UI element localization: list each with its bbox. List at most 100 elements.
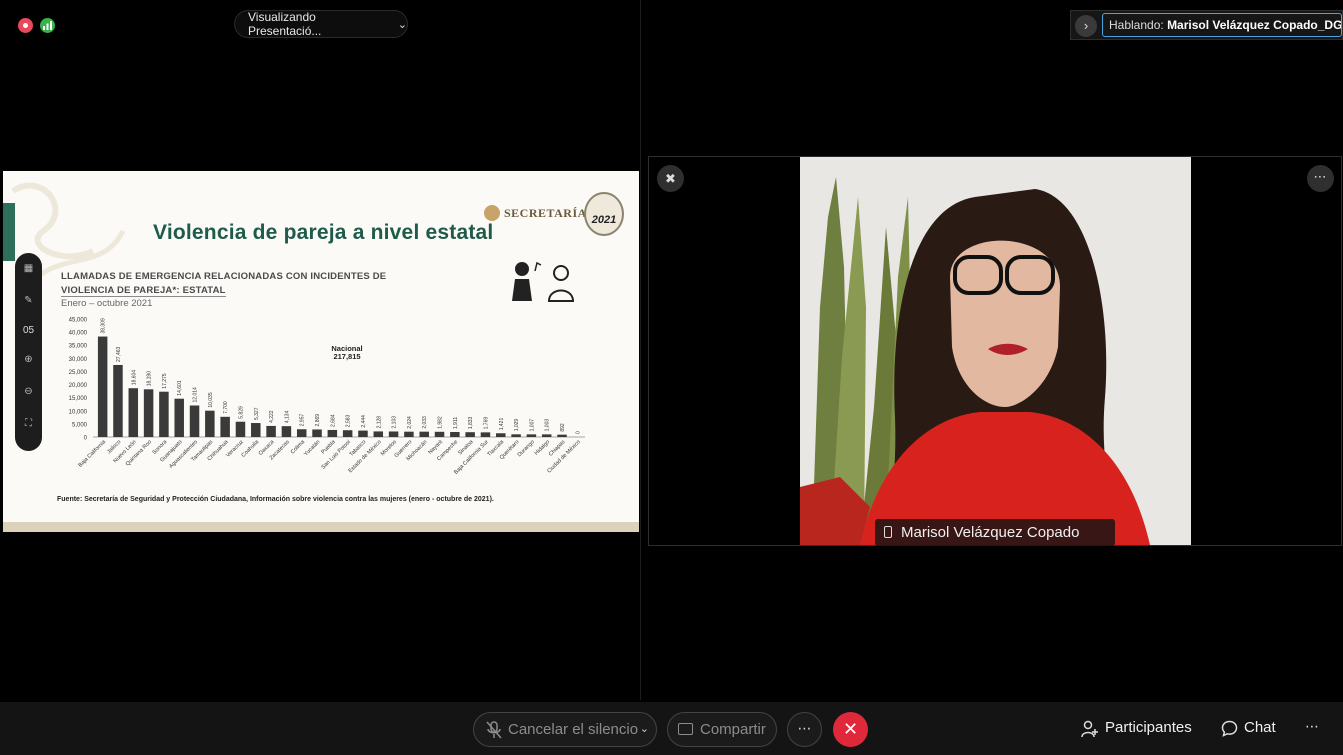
bar-value-label: 2,684: [330, 414, 336, 427]
bar: [450, 431, 460, 437]
meeting-controls: Cancelar el silencio ⌄ Compartir ⋯ ✕ Par…: [0, 702, 1343, 755]
tile-more-icon[interactable]: ⋯: [1307, 165, 1334, 192]
bar-value-label: 1,029: [514, 419, 520, 432]
bar: [541, 434, 552, 437]
zoom-in-icon[interactable]: ⊕: [21, 352, 37, 368]
bar: [128, 388, 139, 437]
share-button[interactable]: Compartir: [667, 712, 777, 747]
speaking-indicator: › Hablando: Marisol Velázquez Copado_DG.…: [1070, 10, 1343, 40]
fullscreen-icon[interactable]: ⛶: [21, 416, 37, 432]
bar: [480, 432, 491, 437]
subtitle-line-1: LLAMADAS DE EMERGENCIA RELACIONADAS CON …: [61, 271, 387, 282]
phone-icon: [884, 526, 892, 538]
y-tick-label: 0: [84, 436, 88, 442]
bar-value-label: 10,035: [208, 392, 214, 408]
chat-icon: [1221, 720, 1238, 737]
bar-value-label: 27,463: [116, 346, 122, 362]
pin-icon[interactable]: ✖: [657, 165, 684, 192]
chevron-down-icon: ⌄: [397, 18, 407, 31]
bar-value-label: 4,134: [284, 410, 290, 423]
participants-label: Participantes: [1105, 719, 1192, 736]
participant-name-tag: Marisol Velázquez Copado: [875, 519, 1115, 546]
people-illustration-icon: [512, 261, 575, 302]
bar: [388, 431, 399, 437]
bar: [511, 434, 521, 437]
chart-subtitle: LLAMADAS DE EMERGENCIA RELACIONADAS CON …: [61, 270, 386, 298]
share-screen-icon: [678, 723, 693, 735]
y-tick-label: 40,000: [69, 331, 88, 337]
bar: [205, 410, 215, 437]
bar-value-label: 0: [575, 431, 581, 434]
view-mode-label: Visualizando Presentació...: [248, 10, 322, 38]
emblem-icon: [484, 205, 500, 221]
bar-value-label: 2,444: [361, 415, 367, 428]
bar-value-label: 1,982: [438, 416, 444, 429]
end-call-button[interactable]: ✕: [833, 712, 868, 747]
bar-value-label: 5,829: [238, 406, 244, 419]
bar: [113, 364, 123, 437]
bar: [312, 429, 322, 437]
bar-value-label: 18,604: [131, 370, 137, 386]
y-tick-label: 30,000: [69, 357, 88, 363]
category-label: Yucatán: [303, 439, 321, 457]
seal-year: 2021: [591, 214, 617, 226]
y-tick-label: 35,000: [69, 344, 88, 350]
bar: [465, 432, 475, 437]
bar: [404, 431, 414, 437]
bar: [143, 389, 154, 437]
secretaria-logo: SECRETARÍA: [484, 205, 587, 221]
bar-value-label: 2,103: [392, 416, 398, 429]
bar-value-label: 1,003: [545, 419, 551, 432]
slide-title: Violencia de pareja a nivel estatal: [153, 221, 494, 244]
chevron-right-icon[interactable]: ›: [1075, 15, 1097, 37]
speaking-name: Marisol Velázquez Copado_DG...: [1167, 18, 1342, 32]
bar: [251, 423, 261, 437]
bar: [327, 429, 338, 437]
bar: [419, 431, 429, 437]
annotation-value: 217,815: [333, 352, 360, 361]
bar-value-label: 17,275: [162, 373, 168, 389]
bar-value-label: 1,833: [468, 416, 474, 429]
bar-chart: 45,000 40,000 35,000 30,000 25,000 20,000 15,0…: [69, 318, 585, 476]
y-tick-label: 10,000: [69, 409, 88, 415]
shared-slide: Violencia de pareja a nivel estatal SECR…: [3, 171, 639, 532]
bar-value-label: 2,033: [422, 416, 428, 429]
bar-value-label: 2,869: [315, 414, 321, 427]
more-menu-icon[interactable]: ⋯: [1305, 718, 1320, 735]
chat-label: Chat: [1244, 719, 1276, 736]
y-tick-label: 15,000: [69, 396, 88, 402]
thumbnails-icon[interactable]: ▦: [21, 261, 37, 277]
unmute-button[interactable]: Cancelar el silencio ⌄: [473, 712, 657, 747]
participants-icon: [1081, 720, 1098, 738]
participants-button[interactable]: Participantes: [1081, 719, 1192, 738]
view-mode-dropdown[interactable]: Visualizando Presentació... ⌄: [234, 10, 408, 38]
bar-value-label: 1,007: [529, 419, 535, 432]
bar: [496, 433, 506, 437]
more-dots-icon: ⋯: [797, 720, 812, 736]
chart-period: Enero – octubre 2021: [61, 298, 153, 309]
y-tick-label: 45,000: [69, 318, 88, 324]
panel-divider[interactable]: [640, 0, 641, 700]
bar-value-label: 2,957: [300, 414, 306, 427]
bar: [174, 398, 184, 437]
chevron-down-icon[interactable]: ⌄: [640, 713, 649, 746]
more-options-button[interactable]: ⋯: [787, 712, 822, 747]
year-seal: 2021: [584, 192, 624, 236]
zoom-out-icon[interactable]: ⊖: [21, 384, 37, 400]
bar-value-label: 12,014: [193, 387, 199, 403]
speaking-box: Hablando: Marisol Velázquez Copado_DG...: [1102, 13, 1342, 37]
bar-value-label: 7,700: [223, 401, 229, 414]
bar-value-label: 5,327: [254, 407, 260, 420]
bar: [235, 421, 246, 437]
bar: [557, 434, 567, 437]
category-label: Coahuila: [241, 439, 261, 459]
bar: [373, 431, 384, 437]
chat-button[interactable]: Chat: [1221, 719, 1276, 737]
recording-icon: [18, 18, 33, 33]
y-tick-label: 20,000: [69, 383, 88, 389]
unmute-label: Cancelar el silencio: [508, 721, 639, 738]
bar-value-label: 2,583: [346, 414, 352, 427]
bar: [434, 431, 445, 437]
annotate-icon[interactable]: ✎: [21, 293, 37, 309]
network-quality-icon[interactable]: [40, 18, 55, 33]
